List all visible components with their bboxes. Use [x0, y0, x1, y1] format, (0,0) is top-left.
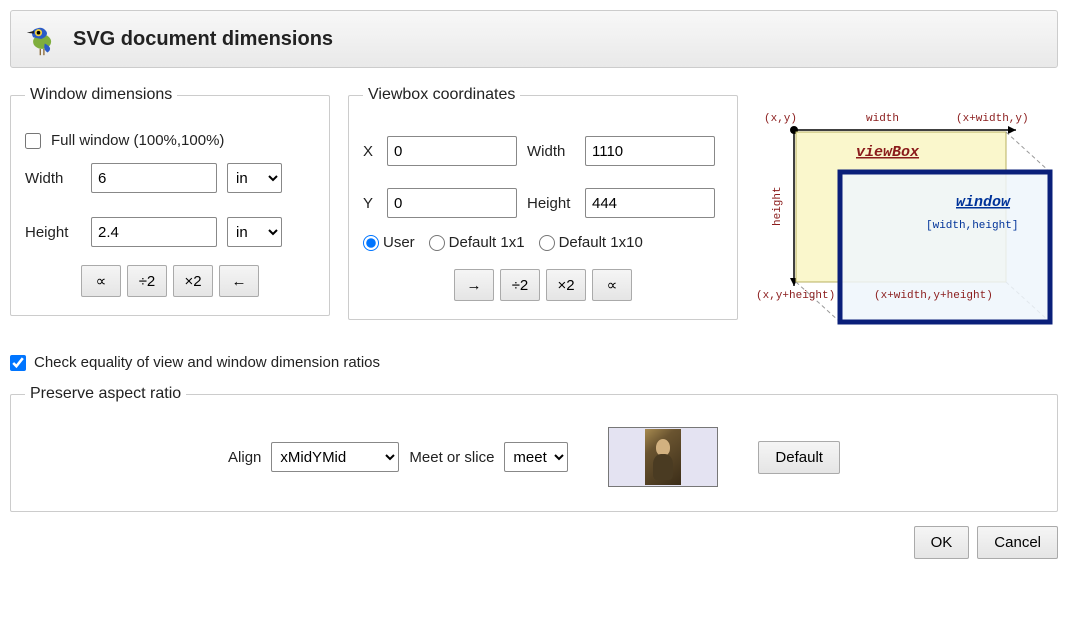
- vb-height-label: Height: [527, 195, 575, 212]
- from-viewbox-button[interactable]: ←: [219, 265, 259, 297]
- half-button[interactable]: ÷2: [127, 265, 167, 297]
- aspect-preview: [608, 427, 718, 487]
- viewbox-legend: Viewbox coordinates: [363, 86, 520, 104]
- svg-text:window: window: [956, 194, 1011, 211]
- vb-width-label: Width: [527, 143, 575, 160]
- y-label: Y: [363, 195, 377, 212]
- to-window-button[interactable]: →: [454, 269, 494, 301]
- vb-height-input[interactable]: [585, 188, 715, 218]
- svg-text:width: width: [866, 113, 899, 125]
- x-input[interactable]: [387, 136, 517, 166]
- svg-text:height: height: [772, 186, 784, 226]
- ok-button[interactable]: OK: [914, 526, 970, 559]
- check-ratio-label[interactable]: Check equality of view and window dimens…: [34, 354, 380, 371]
- meet-select[interactable]: meetslice: [504, 442, 568, 472]
- svg-text:(x+width,y+height): (x+width,y+height): [874, 290, 993, 302]
- radio-default1x1[interactable]: [429, 235, 445, 251]
- preserve-legend: Preserve aspect ratio: [25, 385, 186, 403]
- radio-default1x1-label[interactable]: Default 1x1: [429, 234, 525, 251]
- bird-logo-icon: [25, 21, 61, 57]
- svg-text:(x,y): (x,y): [764, 113, 797, 125]
- meet-label: Meet or slice: [409, 449, 494, 466]
- proportional-button[interactable]: ∝: [81, 265, 121, 297]
- svg-text:(x+width,y): (x+width,y): [956, 113, 1029, 125]
- vb-half-button[interactable]: ÷2: [500, 269, 540, 301]
- viewbox-window-diagram: (x,y) width (x+width,y) height viewBox w…: [756, 86, 1058, 340]
- radio-user[interactable]: [363, 235, 379, 251]
- radio-user-label[interactable]: User: [363, 234, 415, 251]
- cancel-button[interactable]: Cancel: [977, 526, 1058, 559]
- svg-text:(x,y+height): (x,y+height): [756, 290, 835, 302]
- svg-text:viewBox: viewBox: [856, 144, 920, 161]
- dialog-header: SVG document dimensions: [10, 10, 1058, 68]
- double-button[interactable]: ×2: [173, 265, 213, 297]
- radio-default1x10-label[interactable]: Default 1x10: [539, 234, 643, 251]
- full-window-label[interactable]: Full window (100%,100%): [51, 132, 224, 149]
- check-ratio-checkbox[interactable]: [10, 355, 26, 371]
- x-label: X: [363, 143, 377, 160]
- svg-text:[width,height]: [width,height]: [926, 220, 1018, 232]
- width-input[interactable]: [91, 163, 217, 193]
- vb-width-input[interactable]: [585, 136, 715, 166]
- height-unit-select[interactable]: incmmmpxpt%: [227, 217, 282, 247]
- mona-lisa-icon: [645, 429, 681, 485]
- window-dimensions-legend: Window dimensions: [25, 86, 177, 104]
- radio-default1x10[interactable]: [539, 235, 555, 251]
- preserve-aspect-ratio-group: Preserve aspect ratio Align nonexMinYMin…: [10, 385, 1058, 512]
- default-button[interactable]: Default: [758, 441, 840, 474]
- width-unit-select[interactable]: incmmmpxpt%: [227, 163, 282, 193]
- dialog-title: SVG document dimensions: [73, 28, 333, 51]
- width-label: Width: [25, 170, 81, 187]
- window-dimensions-group: Window dimensions Full window (100%,100%…: [10, 86, 330, 316]
- vb-double-button[interactable]: ×2: [546, 269, 586, 301]
- align-select[interactable]: nonexMinYMinxMidYMinxMaxYMinxMinYMidxMid…: [271, 442, 399, 472]
- viewbox-coordinates-group: Viewbox coordinates X Width Y Height Use…: [348, 86, 738, 320]
- height-label: Height: [25, 224, 81, 241]
- full-window-checkbox[interactable]: [25, 133, 41, 149]
- height-input[interactable]: [91, 217, 217, 247]
- align-label: Align: [228, 449, 261, 466]
- vb-proportional-button[interactable]: ∝: [592, 269, 632, 301]
- y-input[interactable]: [387, 188, 517, 218]
